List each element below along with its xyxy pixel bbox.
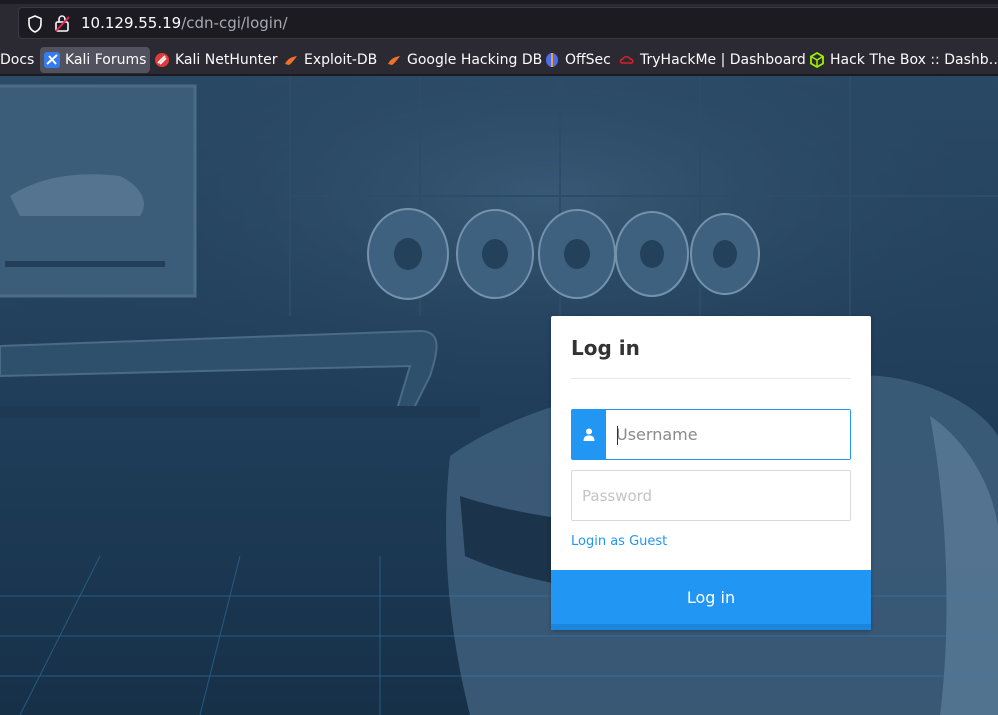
login-title: Log in	[571, 336, 640, 360]
login-as-guest-link[interactable]: Login as Guest	[571, 534, 667, 549]
user-icon	[583, 428, 595, 441]
bookmark-label: Exploit-DB	[304, 52, 378, 68]
tryhackme-icon	[619, 55, 634, 64]
hackthebox-icon	[810, 52, 824, 68]
kali-nethunter-icon	[155, 53, 169, 67]
bookmark-docs[interactable]: Docs	[0, 47, 38, 73]
title-divider	[571, 378, 851, 379]
ghdb-icon	[388, 56, 400, 65]
url-text[interactable]: 10.129.55.19/cdn-cgi/login/	[81, 14, 288, 32]
bookmark-label: Kali NetHunter	[175, 52, 278, 68]
bookmarks-toolbar: Docs Kali Forums Kali NetHunter Exploit-…	[0, 45, 998, 75]
bookmark-kali-nethunter[interactable]: Kali NetHunter	[150, 47, 281, 73]
bookmark-label: Hack The Box :: Dashb…	[830, 52, 998, 68]
url-host: 10.129.55.19	[81, 14, 182, 32]
bookmark-label: Docs	[0, 52, 35, 68]
offsec-icon	[546, 53, 558, 67]
url-path: /cdn-cgi/login/	[181, 14, 288, 32]
username-input-group[interactable]	[571, 409, 851, 460]
login-card: Log in Login as Guest Log in	[551, 316, 871, 630]
login-submit-button[interactable]: Log in	[551, 570, 871, 624]
bookmark-tryhackme[interactable]: TryHackMe | Dashboard	[615, 47, 810, 73]
bookmark-google-hacking-db[interactable]: Google Hacking DB	[382, 47, 546, 73]
insecure-lock-icon[interactable]	[53, 14, 71, 32]
user-icon-addon	[572, 410, 606, 459]
username-input[interactable]	[606, 410, 850, 459]
bookmark-label: OffSec	[565, 52, 611, 68]
tracking-protection-icon[interactable]	[27, 15, 43, 33]
tab-strip-edge	[0, 0, 998, 4]
bookmark-offsec[interactable]: OffSec	[540, 47, 615, 73]
button-bottom-edge	[551, 624, 871, 630]
bookmark-exploit-db[interactable]: Exploit-DB	[279, 47, 381, 73]
bookmark-label: Kali Forums	[65, 52, 147, 68]
bookmark-label: Google Hacking DB	[407, 52, 543, 68]
text-caret	[617, 426, 618, 445]
kali-forums-icon	[44, 52, 60, 68]
bookmark-label: TryHackMe | Dashboard	[640, 52, 806, 68]
bookmark-hackthebox[interactable]: Hack The Box :: Dashb…	[805, 47, 998, 73]
address-bar[interactable]: 10.129.55.19/cdn-cgi/login/	[18, 7, 998, 39]
password-input[interactable]	[571, 470, 851, 521]
exploit-db-icon	[285, 56, 297, 65]
bookmark-kali-forums[interactable]: Kali Forums	[40, 47, 151, 73]
browser-toolbar: 10.129.55.19/cdn-cgi/login/	[0, 0, 998, 45]
page-viewport: Log in Login as Guest Log in	[0, 76, 998, 715]
